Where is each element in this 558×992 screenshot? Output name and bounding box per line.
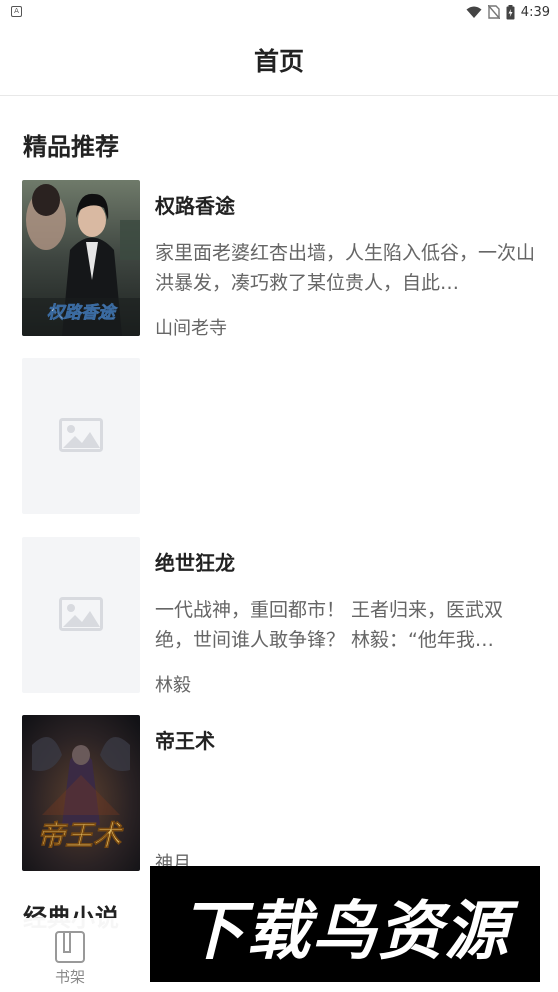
nav-item-bookshelf[interactable]: 书架 <box>40 924 100 986</box>
book-cover[interactable]: 帝王术 <box>22 715 140 871</box>
cover-title-text: 权路香途 <box>47 303 118 323</box>
cover-title-text: 帝王术 <box>37 819 124 852</box>
book-description: 一代战神，重回都市！ 王者归来，医武双绝，世间谁人敢争锋？ 林毅：“他年我… <box>155 599 504 651</box>
book-cover[interactable] <box>22 537 140 693</box>
no-sim-icon <box>487 5 500 19</box>
image-placeholder-icon <box>59 597 103 631</box>
status-icons: 4:39 <box>466 3 550 21</box>
book-item[interactable]: 权路香途 权路香途 家里面老婆红杏出墙，人生陷入低谷，一次山洪暴发，凑巧救了某位… <box>22 180 536 339</box>
watermark-logo: 下载鸟资源 <box>150 866 540 982</box>
book-cover[interactable]: 权路香途 <box>22 180 140 336</box>
section-title-featured: 精品推荐 <box>23 133 119 161</box>
cover-image: 权路香途 <box>22 180 140 336</box>
image-placeholder-icon <box>59 418 103 452</box>
accessibility-app-icon: A <box>11 6 22 17</box>
page-title: 首页 <box>253 47 304 76</box>
book-item[interactable]: 帝王术 帝王术 神月 <box>22 715 536 874</box>
bookshelf-icon <box>55 931 85 963</box>
wifi-icon <box>466 6 482 18</box>
app-header: 首页 <box>0 24 558 96</box>
book-description: 家里面老婆红杏出墙，人生陷入低谷，一次山洪暴发，凑巧救了某位贵人，自此… <box>155 242 535 294</box>
nav-item-label: 书架 <box>54 968 85 986</box>
battery-icon <box>506 4 515 19</box>
book-item[interactable] <box>22 358 536 514</box>
status-time: 4:39 <box>520 4 550 20</box>
book-author: 山间老寺 <box>155 318 227 339</box>
book-item[interactable]: 绝世狂龙 一代战神，重回都市！ 王者归来，医武双绝，世间谁人敢争锋？ 林毅：“他… <box>22 537 536 696</box>
watermark-text: 下载鸟资源 <box>180 895 510 969</box>
book-description <box>155 773 535 833</box>
book-description <box>155 416 535 476</box>
book-title[interactable]: 绝世狂龙 <box>155 547 235 576</box>
cover-image: 帝王术 <box>22 715 140 871</box>
book-cover[interactable] <box>22 358 140 514</box>
book-author: 林毅 <box>155 675 191 696</box>
book-title[interactable]: 帝王术 <box>155 725 215 754</box>
status-bar: A 4:39 <box>0 0 558 24</box>
book-title[interactable]: 权路香途 <box>155 190 235 219</box>
